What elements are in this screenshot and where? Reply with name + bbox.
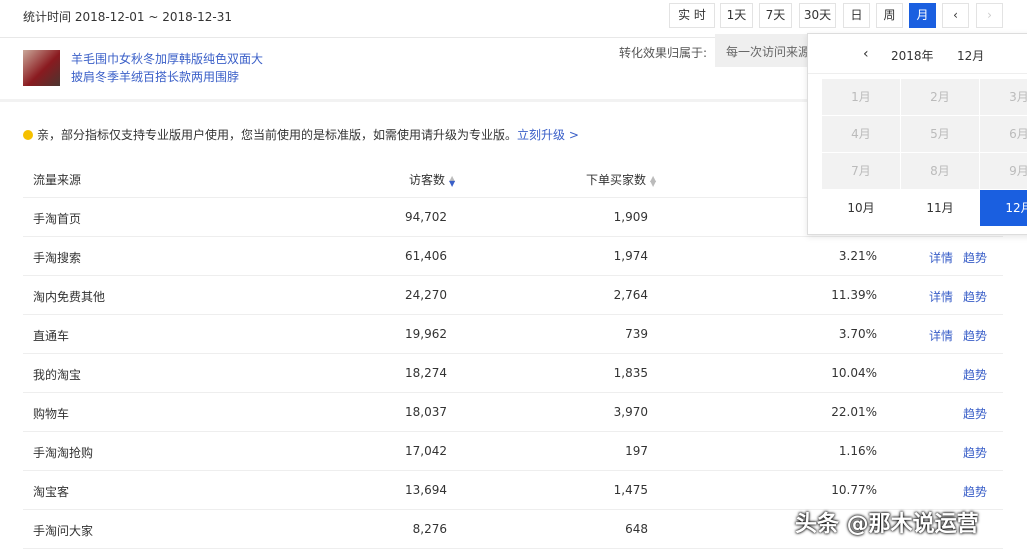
trend-link[interactable]: 趋势 [963,288,987,305]
visitors-cell: 94,702 [405,210,447,224]
visitors-cell: 13,694 [405,483,447,497]
visitors-cell: 61,406 [405,249,447,263]
month-label[interactable]: 12月 [957,47,984,64]
buyers-cell: 2,764 [613,288,648,302]
range-button[interactable]: 1天 [720,3,753,28]
month-picker: ‹ 2018年 12月 1月 2月 3月 4月 5月 6月 7月 8月 9月 10月 11月 12月 [807,33,1027,235]
detail-link[interactable]: 详情 [929,249,953,266]
info-icon [23,130,33,140]
next-button[interactable]: › [976,3,1003,28]
rate-cell: 3.21% [838,249,877,263]
range-button[interactable]: 30天 [799,3,836,28]
month-option[interactable]: 11月 [901,190,979,226]
rate-cell: 1.16% [838,444,877,458]
range-button[interactable]: 日 [843,3,870,28]
visitors-cell: 19,962 [405,327,447,341]
source-cell: 手淘搜索 [33,251,82,265]
range-button[interactable]: 实 时 [669,3,715,28]
sort-icon[interactable]: ▲ ▼ [650,175,656,188]
table-row: 淘内免费其他 24,270 2,764 11.39% 详情 趋势 [23,275,1003,314]
notice-text: 亲，部分指标仅支持专业版用户使用，您当前使用的是标准版，如需使用请升级为专业版。 [37,128,518,142]
buyers-cell: 1,974 [613,249,648,263]
month-option[interactable]: 12月 [980,190,1027,226]
product-thumbnail[interactable] [23,50,60,86]
month-option: 7月 [822,153,900,189]
source-cell: 购物车 [33,407,70,421]
source-cell: 直通车 [33,329,70,343]
source-cell: 手淘首页 [33,212,82,226]
trend-link[interactable]: 趋势 [963,366,987,383]
range-button[interactable]: 周 [876,3,903,28]
month-option: 9月 [980,153,1027,189]
prev-button[interactable]: ‹ [942,3,969,28]
trend-link[interactable]: 趋势 [963,483,987,500]
table-row: 手淘淘抢购 17,042 197 1.16% 趋势 [23,431,1003,470]
month-option[interactable]: 10月 [822,190,900,226]
table-row: 淘宝客 13,694 1,475 10.77% 趋势 [23,470,1003,509]
rate-cell: 11.39% [831,288,877,302]
range-button[interactable]: 7天 [759,3,792,28]
month-option: 3月 [980,79,1027,115]
month-option: 4月 [822,116,900,152]
product-title-line1[interactable]: 羊毛围巾女秋冬加厚韩版纯色双面大 [71,50,263,67]
rate-cell: 10.77% [831,483,877,497]
table-row: 手淘搜索 61,406 1,974 3.21% 详情 趋势 [23,236,1003,275]
header-buyers[interactable]: 下单买家数 ▲ ▼ [586,171,656,188]
upgrade-link[interactable]: 立刻升级 > [517,128,579,142]
trend-link[interactable]: 趋势 [963,405,987,422]
attribution-select[interactable]: 每一次访问来源 [715,34,815,67]
buyers-cell: 1,475 [613,483,648,497]
month-option: 1月 [822,79,900,115]
rate-cell: 22.01% [831,405,877,419]
table-row: 直通车 19,962 739 3.70% 详情 趋势 [23,314,1003,353]
sort-icon[interactable]: ▲ ▼ [449,175,455,188]
detail-link[interactable]: 详情 [929,327,953,344]
watermark: 头条 @那木说运营 [795,512,979,537]
visitors-cell: 8,276 [412,522,447,536]
period-label: 统计时间 2018-12-01 ~ 2018-12-31 [23,10,232,24]
header-source: 流量来源 [33,173,82,187]
buyers-cell: 648 [625,522,648,536]
month-option: 6月 [980,116,1027,152]
table-row: 我的淘宝 18,274 1,835 10.04% 趋势 [23,353,1003,392]
month-option: 2月 [901,79,979,115]
source-cell: 手淘淘抢购 [33,446,94,460]
source-cell: 淘宝客 [33,485,70,499]
upgrade-notice: 亲，部分指标仅支持专业版用户使用，您当前使用的是标准版，如需使用请升级为专业版。… [23,126,579,143]
range-button[interactable]: 月 [909,3,936,28]
table-row: 购物车 18,037 3,970 22.01% 趋势 [23,392,1003,431]
visitors-cell: 24,270 [405,288,447,302]
trend-link[interactable]: 趋势 [963,249,987,266]
year-label[interactable]: 2018年 [891,47,934,64]
product-title-line2[interactable]: 披肩冬季羊绒百搭长款两用围脖 [71,68,239,85]
month-option: 8月 [901,153,979,189]
visitors-cell: 18,274 [405,366,447,380]
buyers-cell: 197 [625,444,648,458]
source-cell: 手淘问大家 [33,524,94,538]
buyers-cell: 3,970 [613,405,648,419]
buyers-cell: 1,909 [613,210,648,224]
prev-year-button[interactable]: ‹ [863,46,869,62]
trend-link[interactable]: 趋势 [963,327,987,344]
detail-link[interactable]: 详情 [929,288,953,305]
buyers-cell: 1,835 [613,366,648,380]
trend-link[interactable]: 趋势 [963,444,987,461]
month-picker-header: ‹ 2018年 12月 [808,34,1027,74]
source-cell: 我的淘宝 [33,368,82,382]
rate-cell: 3.70% [838,327,877,341]
header-visitors[interactable]: 访客数 ▲ ▼ [409,171,455,188]
source-cell: 淘内免费其他 [33,290,106,304]
buyers-cell: 739 [625,327,648,341]
visitors-cell: 18,037 [405,405,447,419]
attribution-label: 转化效果归属于: [619,46,708,60]
month-option: 5月 [901,116,979,152]
visitors-cell: 17,042 [405,444,447,458]
rate-cell: 10.04% [831,366,877,380]
